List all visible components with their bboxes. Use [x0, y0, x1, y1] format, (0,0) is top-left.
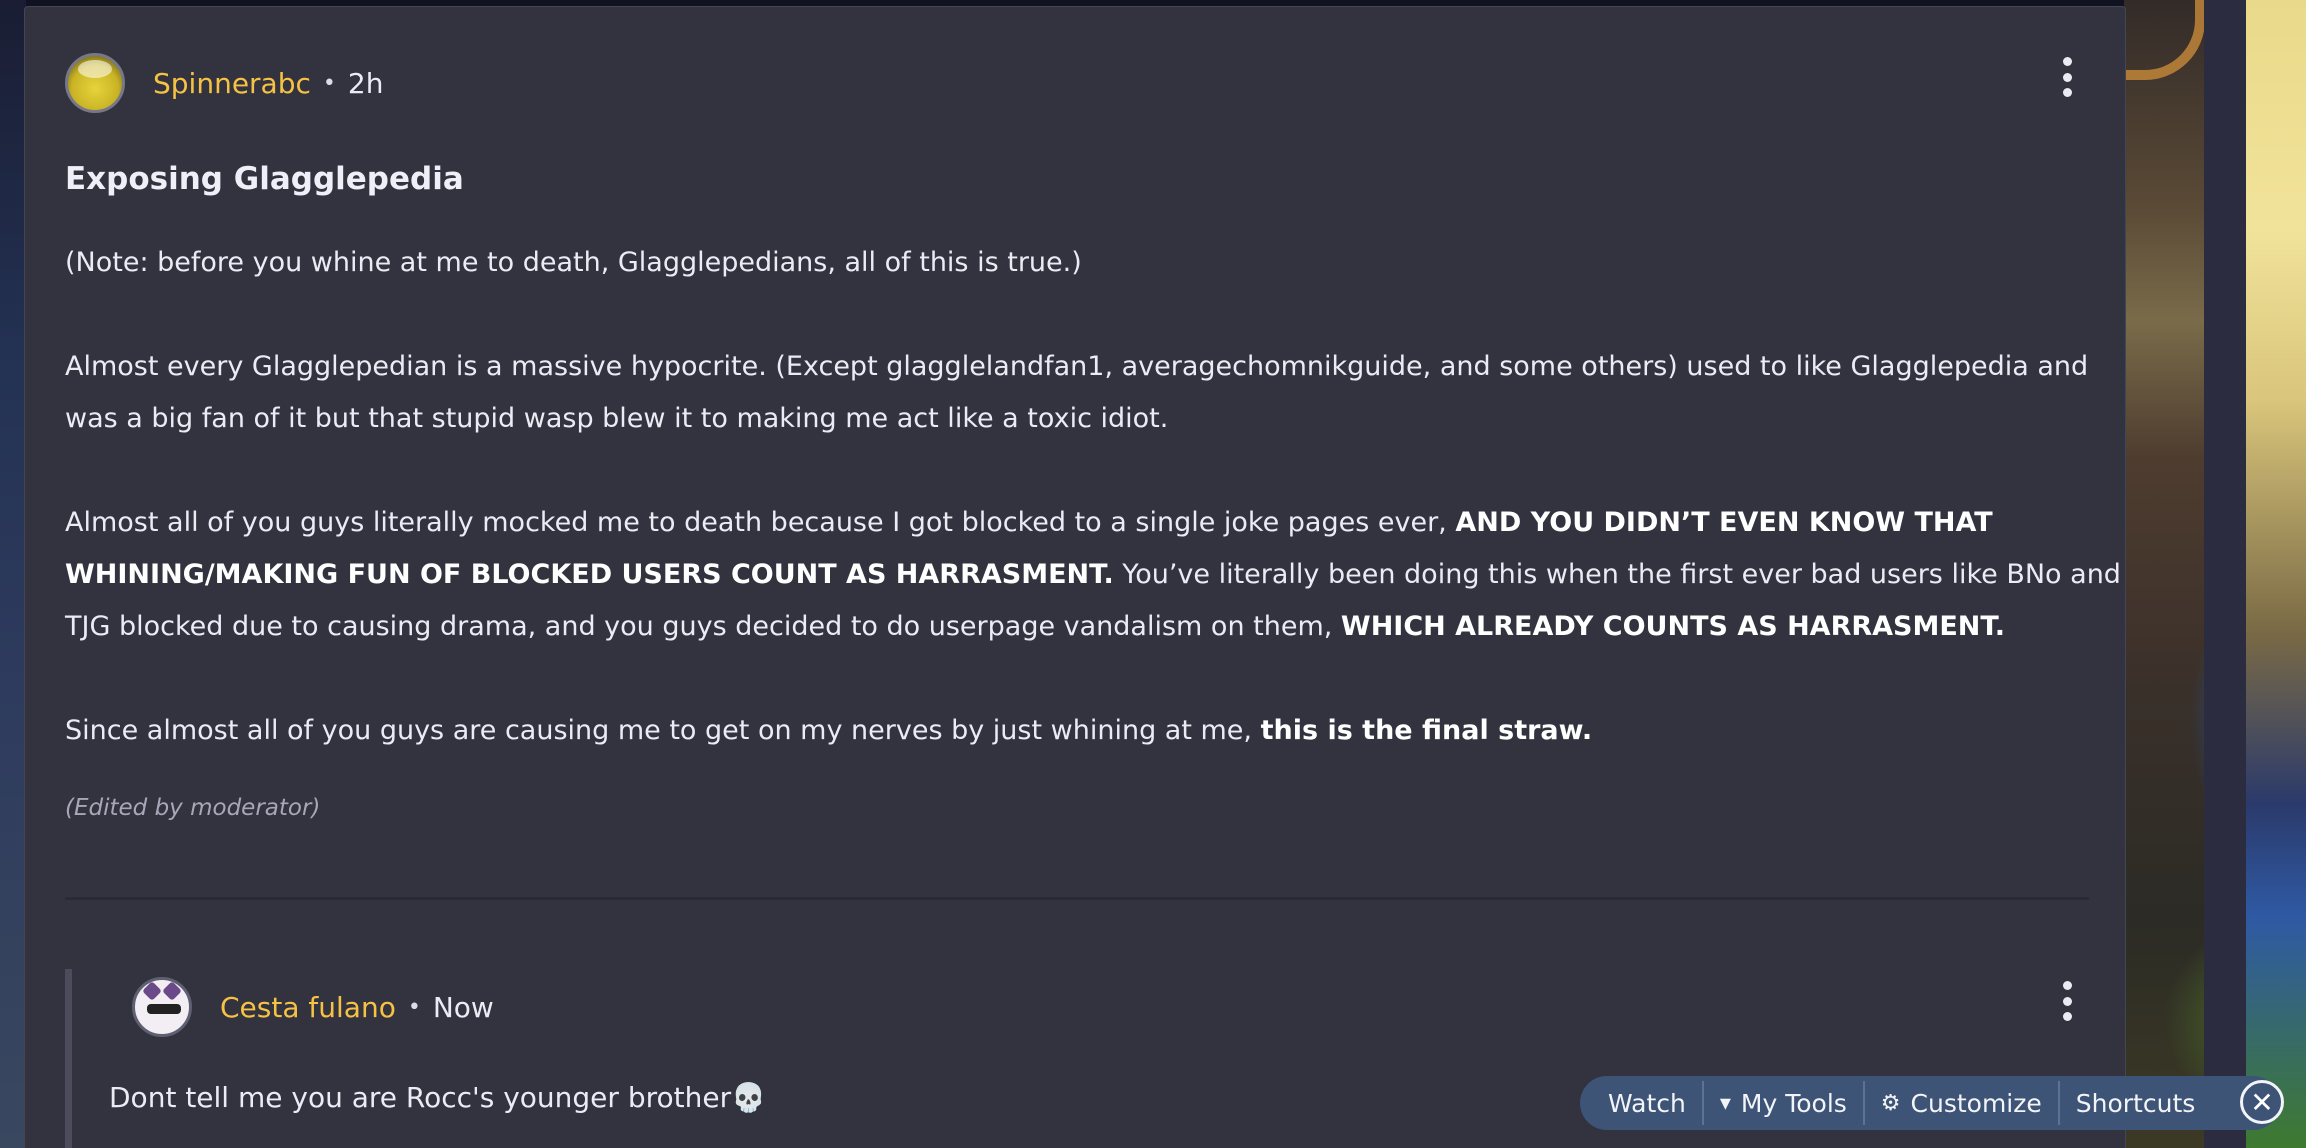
close-icon[interactable]: ✕ [2240, 1080, 2284, 1124]
customize-button[interactable]: ⚙ Customize [1865, 1076, 2058, 1130]
separator-dot: • [407, 994, 421, 1020]
bold-run: WHICH ALREADY COUNTS AS HARRASMENT. [1340, 611, 2005, 642]
divider [65, 897, 2089, 900]
post-time[interactable]: 2h [348, 67, 384, 100]
post-header: Spinnerabc • 2h [65, 51, 383, 115]
bold-run: this is the final straw. [1260, 715, 1593, 746]
customize-label: Customize [1910, 1088, 2042, 1118]
shortcuts-button[interactable]: Shortcuts [2060, 1076, 2212, 1130]
post-card: Spinnerabc • 2h Exposing Glagglepedia (N… [24, 6, 2126, 1148]
caret-down-icon: ▾ [1719, 1090, 1731, 1116]
background-far-right [2246, 0, 2306, 1148]
edited-note: (Edited by moderator) [65, 795, 321, 821]
reply-header: Cesta fulano • Now [132, 977, 494, 1037]
paragraph-mocked: Almost all of you guys literally mocked … [65, 497, 2125, 653]
post-body: Exposing Glagglepedia (Note: before you … [65, 157, 2121, 821]
reply-time[interactable]: Now [433, 991, 494, 1024]
my-tools-button[interactable]: ▾ My Tools [1704, 1076, 1863, 1130]
paragraph-note: (Note: before you whine at me to death, … [65, 247, 1082, 278]
reply-avatar[interactable] [132, 977, 192, 1037]
avatar[interactable] [65, 53, 125, 113]
post-title: Exposing Glagglepedia [65, 161, 464, 197]
background-left [0, 0, 26, 1148]
separator-dot: • [322, 70, 336, 96]
reply-author[interactable]: Cesta fulano [220, 991, 396, 1024]
bottom-toolbar: Watch ▾ My Tools ⚙ Customize Shortcuts [1580, 1076, 2280, 1130]
background-pillar [2204, 0, 2246, 1148]
watch-button[interactable]: Watch [1592, 1076, 1702, 1130]
text-run: Almost all of you guys literally mocked … [65, 507, 1456, 538]
text-run: Since almost all of you guys are causing… [65, 715, 1261, 746]
gear-icon: ⚙ [1880, 1090, 1901, 1116]
paragraph-hypocrite: Almost every Glagglepedian is a massive … [65, 351, 2089, 434]
my-tools-label: My Tools [1740, 1088, 1847, 1118]
reply-text: Dont tell me you are Rocc's younger brot… [109, 1081, 766, 1114]
post-author[interactable]: Spinnerabc [153, 67, 311, 100]
paragraph-final: Since almost all of you guys are causing… [65, 705, 1592, 757]
more-options-icon[interactable] [2061, 57, 2073, 97]
reply-more-options-icon[interactable] [2061, 981, 2073, 1021]
